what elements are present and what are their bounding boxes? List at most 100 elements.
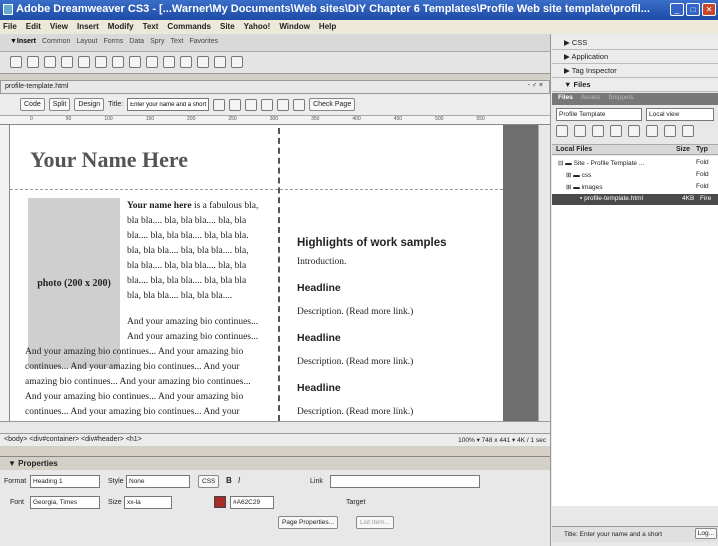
size-column[interactable]: Size	[676, 146, 690, 153]
menu-modify[interactable]: Modify	[108, 22, 134, 34]
div-icon[interactable]	[78, 56, 90, 68]
expand-icon[interactable]	[682, 125, 694, 137]
tree-row-site[interactable]: ⊟ ▬ Site - Profile Template ... Fold	[552, 158, 718, 169]
log-button[interactable]: Log...	[694, 528, 717, 539]
format-select[interactable]: Heading 1	[30, 475, 100, 488]
media-icon[interactable]	[112, 56, 124, 68]
insert-tab-spry[interactable]: Spry	[150, 38, 164, 51]
italic-button[interactable]: I	[238, 476, 240, 485]
menu-file[interactable]: File	[3, 22, 17, 34]
tree-row-css[interactable]: ⊞ ▬ css Fold	[552, 170, 718, 181]
menu-yahoo[interactable]: Yahoo!	[244, 22, 271, 34]
hyperlink-icon[interactable]	[10, 56, 22, 68]
text-color-swatch[interactable]	[214, 496, 226, 508]
templates-icon[interactable]	[214, 56, 226, 68]
horizontal-scrollbar[interactable]	[0, 421, 550, 433]
server-side-include-icon[interactable]	[146, 56, 158, 68]
insert-tab-text[interactable]: Text	[170, 38, 183, 51]
minimize-button[interactable]: _	[670, 3, 684, 16]
put-files-icon[interactable]	[610, 125, 622, 137]
refresh-icon[interactable]	[574, 125, 586, 137]
check-page-button[interactable]: Check Page	[309, 98, 356, 111]
menu-edit[interactable]: Edit	[26, 22, 41, 34]
page-title-input[interactable]	[127, 98, 210, 111]
comment-icon[interactable]	[163, 56, 175, 68]
design-canvas[interactable]: Your Name Here photo (200 x 200) Your na…	[10, 125, 503, 421]
vertical-ruler	[0, 125, 10, 421]
file-management-icon[interactable]	[213, 98, 226, 111]
check-in-icon[interactable]	[646, 125, 658, 137]
menu-insert[interactable]: Insert	[77, 22, 99, 34]
font-select[interactable]: Georgia, Times	[30, 496, 100, 509]
named-anchor-icon[interactable]	[44, 56, 56, 68]
menu-site[interactable]: Site	[220, 22, 235, 34]
code-view-button[interactable]: Code	[20, 98, 45, 111]
bio-continued[interactable]: And your amazing bio continues... And yo…	[25, 315, 287, 420]
snippets-tab[interactable]: Snippets	[608, 94, 633, 104]
document-window-controls[interactable]: - ♂ ×	[527, 82, 543, 89]
synchronize-icon[interactable]	[664, 125, 676, 137]
menu-text[interactable]: Text	[143, 22, 159, 34]
table-icon[interactable]	[61, 56, 73, 68]
css-button[interactable]: CSS	[198, 475, 220, 488]
view-select[interactable]: Local view	[646, 108, 714, 121]
get-files-icon[interactable]	[592, 125, 604, 137]
menu-help[interactable]: Help	[319, 22, 336, 34]
refresh-icon[interactable]	[245, 98, 258, 111]
link-input[interactable]	[330, 475, 480, 488]
text-color-input[interactable]: #A62C29	[230, 496, 274, 509]
insert-tab-layout[interactable]: Layout	[76, 38, 97, 51]
list-item-button[interactable]: List Item...	[356, 516, 394, 529]
insert-tab-favorites[interactable]: Favorites	[189, 38, 218, 51]
insert-tab-common[interactable]: Common	[42, 38, 70, 51]
assets-tab[interactable]: Assets	[581, 94, 601, 104]
view-options-icon[interactable]	[261, 98, 274, 111]
style-select[interactable]: None	[126, 475, 190, 488]
files-tab[interactable]: Files	[558, 94, 573, 104]
insert-tab-forms[interactable]: Forms	[103, 38, 123, 51]
properties-header[interactable]: ▼ Properties	[0, 456, 550, 470]
ruler-tick: 500	[435, 116, 444, 122]
split-view-button[interactable]: Split	[48, 98, 71, 111]
bio-text[interactable]: Your name here is a fabulous bla, bla bl…	[127, 199, 287, 304]
design-view-button[interactable]: Design	[74, 98, 105, 111]
files-columns: Local Files Size Typ	[552, 144, 718, 155]
email-link-icon[interactable]	[27, 56, 39, 68]
image-icon[interactable]	[95, 56, 107, 68]
visual-aids-icon[interactable]	[277, 98, 290, 111]
preview-browser-icon[interactable]	[229, 98, 242, 111]
zoom-and-size[interactable]: 100% ▾ 748 x 441 ▾ 4K / 1 sec	[458, 436, 546, 444]
close-button[interactable]: ✕	[702, 3, 716, 16]
site-select[interactable]: Profile Template	[556, 108, 642, 121]
insert-tab-data[interactable]: Data	[129, 38, 144, 51]
date-icon[interactable]	[129, 56, 141, 68]
type-column[interactable]: Typ	[696, 146, 708, 153]
check-out-icon[interactable]	[628, 125, 640, 137]
connect-icon[interactable]	[556, 125, 568, 137]
tag-chooser-icon[interactable]	[231, 56, 243, 68]
maximize-button[interactable]: □	[686, 3, 700, 16]
ruler-tick: 0	[30, 116, 33, 122]
document-tab[interactable]: profile-template.html - ♂ ×	[0, 80, 550, 94]
application-panel-header[interactable]: ▶ Application	[552, 50, 718, 64]
tree-row-template-file[interactable]: ▪ profile-template.html 4KB Fire	[552, 194, 718, 205]
insert-bar-label[interactable]: ▼Insert	[10, 38, 36, 51]
script-icon[interactable]	[197, 56, 209, 68]
css-panel-header[interactable]: ▶ CSS	[552, 36, 718, 50]
validate-icon[interactable]	[293, 98, 306, 111]
head-icon[interactable]	[180, 56, 192, 68]
files-panel-header[interactable]: ▼ Files	[552, 78, 718, 92]
highlights-column[interactable]: Highlights of work samples Introduction.…	[297, 133, 502, 421]
tree-row-images[interactable]: ⊞ ▬ images Fold	[552, 182, 718, 193]
name-heading[interactable]: Your Name Here	[30, 147, 188, 173]
vertical-scrollbar[interactable]	[538, 125, 550, 421]
bold-button[interactable]: B	[226, 476, 232, 485]
local-files-column[interactable]: Local Files	[556, 146, 592, 153]
menu-window[interactable]: Window	[279, 22, 310, 34]
tag-inspector-header[interactable]: ▶ Tag Inspector	[552, 64, 718, 78]
page-properties-button[interactable]: Page Properties...	[278, 516, 339, 529]
menu-view[interactable]: View	[50, 22, 68, 34]
size-select[interactable]: xx-la	[124, 496, 172, 509]
menu-commands[interactable]: Commands	[167, 22, 211, 34]
tag-selector[interactable]: <body> <div#container> <div#header> <h1>	[4, 436, 142, 443]
